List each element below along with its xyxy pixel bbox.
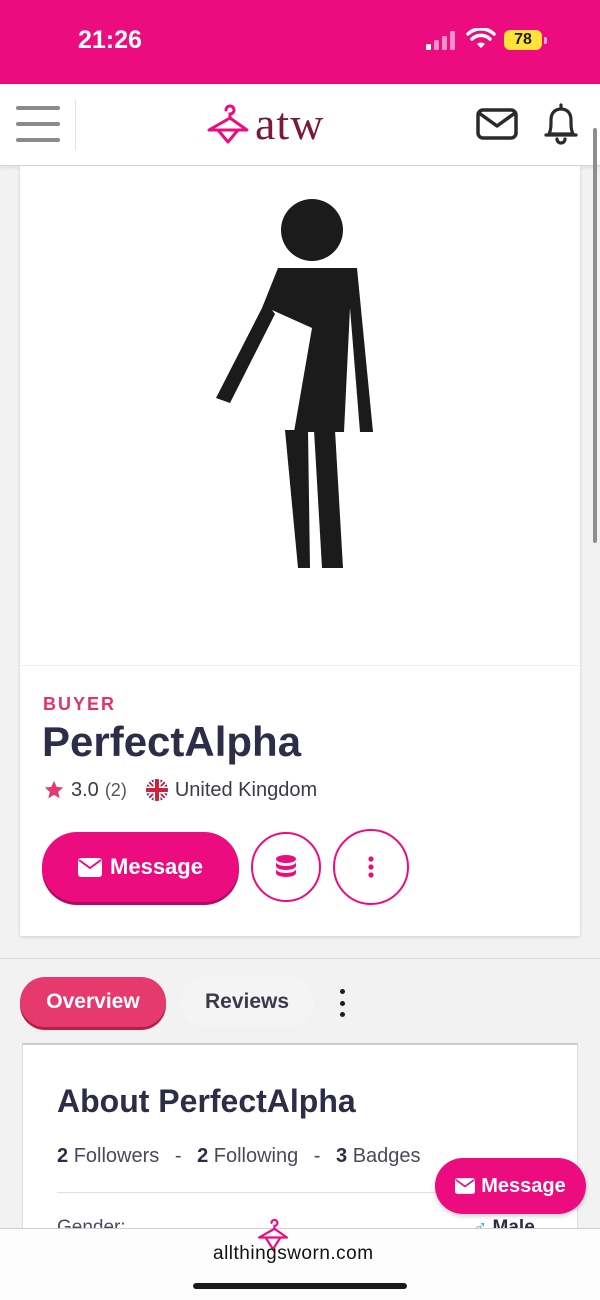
stats-separator: - — [174, 1145, 182, 1167]
rating-count[interactable]: (2) — [105, 780, 127, 801]
browser-address-bar: allthingsworn.com — [0, 1218, 600, 1300]
coins-icon — [276, 855, 296, 877]
followers-count: 2 — [57, 1145, 69, 1167]
site-logo[interactable]: atw — [205, 98, 324, 150]
status-bar: 21:26 78 — [0, 0, 600, 84]
battery-tip — [544, 37, 547, 44]
top-navbar: atw — [0, 84, 600, 166]
signal-icon — [426, 30, 455, 50]
mail-icon[interactable] — [476, 108, 518, 140]
profile-meta: 3.0 (2) United Kingdom — [43, 778, 317, 802]
message-button-label: Message — [110, 854, 203, 879]
scrollbar[interactable] — [593, 128, 597, 543]
home-indicator[interactable] — [193, 1283, 407, 1289]
rating-value: 3.0 — [71, 778, 99, 801]
star-icon — [44, 780, 64, 799]
following-count: 2 — [197, 1145, 209, 1167]
profile-name: PerfectAlpha — [42, 718, 302, 765]
followers-link[interactable]: Followers — [74, 1145, 160, 1167]
vertical-dots-icon — [368, 856, 374, 878]
tip-coins-button[interactable] — [251, 832, 321, 902]
tabs-more-icon[interactable] — [330, 989, 354, 1017]
tab-overview[interactable]: Overview — [20, 977, 166, 1027]
about-title: About PerfectAlpha — [57, 1083, 356, 1119]
bell-icon[interactable] — [542, 102, 580, 146]
female-silhouette-icon — [216, 199, 373, 568]
envelope-icon — [455, 1178, 476, 1194]
floating-message-button[interactable]: Message — [435, 1158, 586, 1214]
profile-stats: 2 Followers - 2 Following - 3 Badges — [57, 1145, 421, 1168]
badges-link[interactable]: Badges — [353, 1145, 421, 1167]
hanger-logo-icon — [207, 104, 249, 144]
wifi-icon — [466, 28, 496, 48]
stats-separator: - — [313, 1145, 321, 1167]
profile-card: BUYER PerfectAlpha 3.0 (2) United Kingdo… — [20, 166, 580, 936]
fab-label: Message — [481, 1174, 566, 1197]
country-name: United Kingdom — [174, 778, 318, 801]
user-role: BUYER — [43, 694, 117, 714]
tab-reviews[interactable]: Reviews — [180, 977, 314, 1027]
status-time: 21:26 — [78, 26, 142, 54]
avatar — [20, 166, 580, 666]
more-options-button[interactable] — [333, 829, 409, 905]
envelope-icon — [78, 857, 103, 877]
about-divider — [57, 1192, 457, 1193]
message-button[interactable]: Message — [42, 832, 239, 902]
nav-divider — [75, 100, 76, 150]
menu-icon[interactable] — [16, 106, 60, 142]
profile-actions: Message — [42, 829, 409, 905]
badges-count: 3 — [336, 1145, 348, 1167]
uk-flag-icon — [145, 779, 168, 801]
following-link[interactable]: Following — [214, 1145, 298, 1167]
battery-indicator: 78 — [504, 30, 542, 50]
about-card: About PerfectAlpha 2 Followers - 2 Follo… — [22, 1043, 578, 1253]
logo-text: atw — [255, 98, 325, 149]
site-url[interactable]: allthingsworn.com — [213, 1243, 374, 1265]
